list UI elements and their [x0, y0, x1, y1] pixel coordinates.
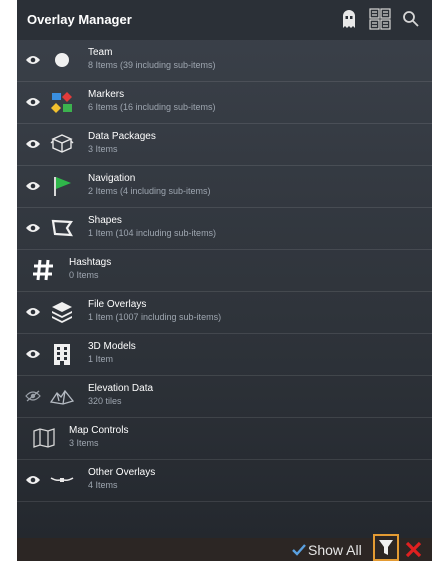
item-count: 0 Items: [69, 270, 99, 280]
title-bar: Overlay Manager: [17, 0, 432, 40]
team-icon: [55, 53, 69, 67]
item-name: Team: [88, 47, 113, 58]
item-name: Hashtags: [69, 257, 112, 268]
list-item[interactable]: Other Overlays 4 Items: [17, 460, 432, 502]
grid-view-icon[interactable]: [369, 8, 391, 35]
search-icon[interactable]: [402, 10, 420, 33]
item-name: Other Overlays: [88, 467, 156, 478]
item-count: 3 Items: [69, 438, 99, 448]
list-item[interactable]: Hashtags 0 Items: [17, 250, 432, 292]
other-overlays-icon: [50, 477, 74, 482]
list-item[interactable]: Team 8 Items (39 including sub-items): [17, 40, 432, 82]
item-count: 1 Item (104 including sub-items): [88, 228, 217, 238]
map-icon: [33, 428, 55, 448]
item-name: Data Packages: [88, 131, 156, 142]
list-item[interactable]: Elevation Data 320 tiles: [17, 376, 432, 418]
item-name: Markers: [88, 89, 125, 100]
item-count: 8 Items (39 including sub-items): [88, 60, 216, 70]
list-item[interactable]: Shapes 1 Item (104 including sub-items): [17, 208, 432, 250]
item-count: 320 tiles: [88, 396, 122, 406]
filter-button[interactable]: [373, 534, 399, 561]
checkmark-icon: [292, 543, 306, 556]
list-item[interactable]: 3D Models 1 Item: [17, 334, 432, 376]
list-item[interactable]: Navigation 2 Items (4 including sub-item…: [17, 166, 432, 208]
filter-icon: [379, 539, 393, 555]
item-name: File Overlays: [88, 299, 147, 310]
item-count: 3 Items: [88, 144, 118, 154]
data-package-icon: [50, 134, 74, 153]
layers-icon: [52, 302, 72, 323]
hashtag-icon: [33, 259, 53, 281]
item-name: Navigation: [88, 173, 136, 184]
building-icon: [54, 344, 70, 365]
item-count: 1 Item (1007 including sub-items): [88, 312, 222, 322]
eye-hidden-icon[interactable]: [25, 390, 41, 402]
markers-icon: [51, 92, 72, 113]
eye-icon[interactable]: [25, 474, 41, 486]
item-count: 1 Item: [88, 354, 114, 364]
list-item[interactable]: File Overlays 1 Item (1007 including sub…: [17, 292, 432, 334]
close-icon[interactable]: [405, 541, 422, 558]
eye-icon[interactable]: [25, 96, 41, 108]
item-name: Map Controls: [69, 425, 129, 436]
ghost-icon[interactable]: [341, 8, 357, 35]
list-item[interactable]: Map Controls 3 Items: [17, 418, 432, 460]
eye-icon[interactable]: [25, 138, 41, 150]
elevation-icon: [50, 389, 74, 405]
item-name: 3D Models: [88, 341, 136, 352]
eye-icon[interactable]: [25, 306, 41, 318]
overlay-manager-panel: Overlay Manager Team 8 Items (39 includi…: [17, 0, 432, 561]
item-name: Elevation Data: [88, 383, 154, 394]
show-all-label: Show All: [308, 541, 362, 558]
navigation-flag-icon: [54, 177, 71, 196]
item-count: 2 Items (4 including sub-items): [88, 186, 211, 196]
eye-icon[interactable]: [25, 180, 41, 192]
show-all-checkbox[interactable]: Show All: [292, 538, 362, 561]
list-item[interactable]: Markers 6 Items (16 including sub-items): [17, 82, 432, 124]
list-item[interactable]: Data Packages 3 Items: [17, 124, 432, 166]
eye-icon[interactable]: [25, 348, 41, 360]
page-title: Overlay Manager: [27, 12, 132, 27]
eye-icon[interactable]: [25, 222, 41, 234]
item-count: 4 Items: [88, 480, 118, 490]
item-name: Shapes: [88, 215, 122, 226]
shapes-icon: [51, 219, 73, 237]
bottom-bar: Show All: [17, 534, 432, 561]
eye-icon[interactable]: [25, 54, 41, 66]
item-count: 6 Items (16 including sub-items): [88, 102, 216, 112]
